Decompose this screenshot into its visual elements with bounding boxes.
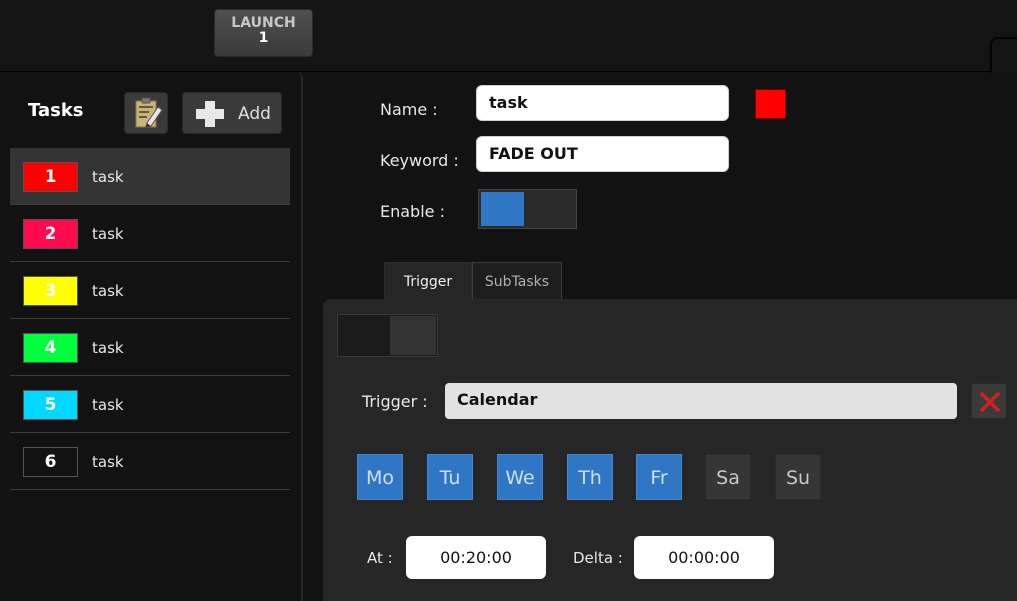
name-field[interactable]: task: [476, 85, 729, 121]
task-row[interactable]: 6 task: [10, 433, 290, 490]
sidebar-title: Tasks: [28, 100, 84, 121]
launch-label: LAUNCH: [231, 15, 296, 31]
launch-number: 1: [258, 30, 269, 46]
task-color-swatch[interactable]: [755, 89, 786, 119]
tab-trigger[interactable]: Trigger: [384, 262, 472, 300]
keyword-label: Keyword :: [380, 151, 459, 170]
trigger-toggle[interactable]: [337, 314, 438, 357]
add-button-label: Add: [238, 104, 271, 124]
enable-label: Enable :: [380, 202, 445, 221]
task-label: task: [92, 225, 124, 243]
panel-corner: [990, 37, 1017, 73]
day-toggle-th[interactable]: Th: [567, 454, 613, 500]
keyword-field[interactable]: FADE OUT: [476, 136, 729, 172]
task-number-badge: 2: [23, 219, 78, 249]
day-toggle-we[interactable]: We: [497, 454, 543, 500]
close-icon: [980, 392, 1000, 412]
day-toggle-fr[interactable]: Fr: [636, 454, 682, 500]
task-row[interactable]: 3 task: [10, 262, 290, 319]
task-row[interactable]: 2 task: [10, 205, 290, 262]
task-label: task: [92, 168, 124, 186]
at-time-field[interactable]: 00:20:00: [406, 536, 546, 579]
tab-subtasks[interactable]: SubTasks: [472, 262, 562, 300]
delta-label: Delta :: [573, 549, 623, 567]
task-label: task: [92, 339, 124, 357]
plus-icon: [196, 101, 224, 127]
name-label: Name :: [380, 100, 438, 119]
day-toggle-su[interactable]: Su: [775, 454, 821, 500]
task-number-badge: 1: [23, 162, 78, 192]
edit-tasks-button[interactable]: [124, 92, 168, 134]
task-row[interactable]: 4 task: [10, 319, 290, 376]
day-toggle-tu[interactable]: Tu: [427, 454, 473, 500]
task-row[interactable]: 5 task: [10, 376, 290, 433]
task-row[interactable]: 1 task: [10, 148, 290, 205]
clipboard-edit-icon: [135, 97, 163, 128]
task-number-badge: 3: [23, 276, 78, 306]
task-number-badge: 5: [23, 390, 78, 420]
day-toggle-mo[interactable]: Mo: [357, 454, 403, 500]
at-label: At :: [367, 549, 393, 567]
trigger-toggle-knob: [390, 316, 436, 355]
task-label: task: [92, 453, 124, 471]
add-task-button[interactable]: Add: [182, 92, 282, 134]
clear-trigger-button[interactable]: [971, 383, 1007, 419]
task-label: task: [92, 396, 124, 414]
trigger-type-select[interactable]: Calendar: [445, 383, 957, 419]
day-toggle-sa[interactable]: Sa: [705, 454, 751, 500]
task-number-badge: 6: [23, 447, 78, 477]
task-label: task: [92, 282, 124, 300]
delta-time-field[interactable]: 00:00:00: [634, 536, 774, 579]
enable-toggle-knob: [481, 192, 524, 226]
task-list: 1 task 2 task 3 task 4 task 5 task 6 task: [10, 148, 290, 490]
trigger-label: Trigger :: [362, 392, 428, 411]
launch-button[interactable]: LAUNCH 1: [214, 9, 313, 57]
task-number-badge: 4: [23, 333, 78, 363]
top-bar: [0, 0, 1017, 72]
enable-toggle[interactable]: [478, 189, 577, 229]
